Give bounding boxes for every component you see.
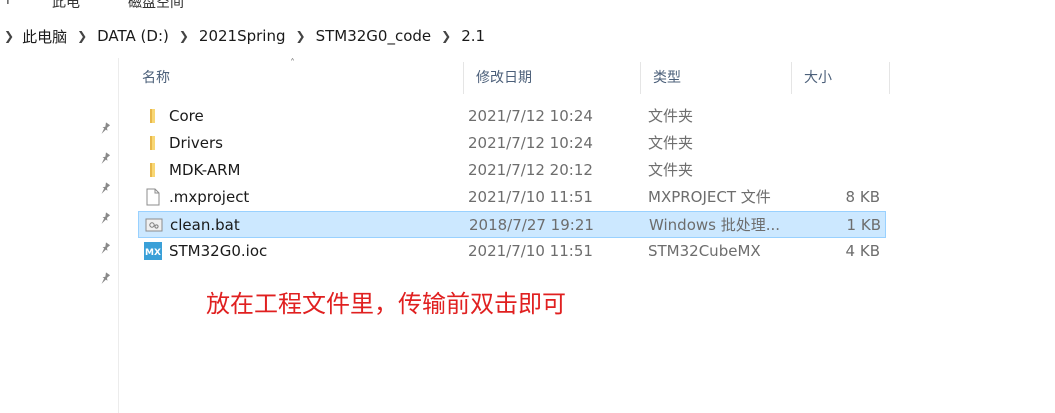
file-row[interactable]: Drivers 2021/7/12 10:24 文件夹 <box>138 130 886 157</box>
pin-icon <box>98 121 112 135</box>
top-fragment: 此电 <box>52 0 80 10</box>
file-date: 2021/7/12 10:24 <box>468 107 593 125</box>
file-name: MDK-ARM <box>169 161 241 179</box>
chevron-right-icon[interactable]: ❯ <box>296 29 306 43</box>
up-arrow-icon[interactable]: ↑ <box>2 0 14 8</box>
breadcrumb-item[interactable]: 此电脑 <box>22 26 67 47</box>
folder-icon <box>150 136 155 150</box>
column-header-type[interactable]: 类型 <box>641 62 791 94</box>
column-header-name[interactable]: 名称 <box>130 62 463 94</box>
column-header-size[interactable]: 大小 <box>792 62 888 94</box>
breadcrumb-item[interactable]: DATA (D:) <box>97 27 169 45</box>
annotation-text: 放在工程文件里，传输前双击即可 <box>206 290 566 318</box>
column-header: ˄ 名称 修改日期 类型 大小 <box>130 58 890 94</box>
pin-icon <box>98 241 112 255</box>
file-type: 文件夹 <box>648 107 694 125</box>
chevron-right-icon[interactable]: ❯ <box>4 29 14 43</box>
file-date: 2018/7/27 19:21 <box>469 216 594 234</box>
file-date: 2021/7/10 11:51 <box>468 188 593 206</box>
file-type: 文件夹 <box>648 161 694 179</box>
top-strip: ↑ 此电 磁盘空间 <box>0 0 1055 10</box>
address-bar[interactable]: ❯ 此电脑 ❯ DATA (D:) ❯ 2021Spring ❯ STM32G0… <box>0 22 1055 50</box>
folder-icon <box>150 109 155 123</box>
file-row[interactable]: .mxproject 2021/7/10 11:51 MXPROJECT 文件 … <box>138 184 886 211</box>
pin-icon <box>98 151 112 165</box>
file-name: STM32G0.ioc <box>169 242 268 260</box>
stm32cubemx-icon: MX <box>144 242 162 260</box>
breadcrumb-item[interactable]: 2021Spring <box>199 27 286 45</box>
file-row[interactable]: MDK-ARM 2021/7/12 20:12 文件夹 <box>138 157 886 184</box>
file-date: 2021/7/12 20:12 <box>468 161 593 179</box>
file-type: 文件夹 <box>648 134 694 152</box>
file-name: Drivers <box>169 134 223 152</box>
file-row-selected[interactable]: clean.bat 2018/7/27 19:21 Windows 批处理...… <box>138 211 886 238</box>
breadcrumb-item[interactable]: 2.1 <box>461 27 485 45</box>
batch-file-icon <box>145 218 163 232</box>
chevron-right-icon[interactable]: ❯ <box>441 29 451 43</box>
file-row[interactable]: Core 2021/7/12 10:24 文件夹 <box>138 103 886 130</box>
file-date: 2021/7/10 11:51 <box>468 242 593 260</box>
chevron-right-icon[interactable]: ❯ <box>179 29 189 43</box>
file-row[interactable]: MX STM32G0.ioc 2021/7/10 11:51 STM32Cube… <box>138 238 886 265</box>
file-name: clean.bat <box>170 216 240 234</box>
breadcrumb-item[interactable]: STM32G0_code <box>316 27 432 45</box>
file-type: Windows 批处理... <box>649 216 781 234</box>
navigation-pane-divider[interactable] <box>118 58 119 413</box>
mx-icon-text: MX <box>145 248 161 258</box>
file-name: Core <box>169 107 204 125</box>
file-date: 2021/7/12 10:24 <box>468 134 593 152</box>
pin-icon <box>98 181 112 195</box>
file-type: MXPROJECT 文件 <box>648 188 771 206</box>
folder-icon <box>150 163 155 177</box>
file-name: .mxproject <box>169 188 250 206</box>
file-size <box>788 130 880 157</box>
chevron-right-icon[interactable]: ❯ <box>77 29 87 43</box>
column-divider[interactable] <box>889 62 890 94</box>
file-size: 8 KB <box>845 188 880 206</box>
document-icon <box>146 188 160 206</box>
file-size: 1 KB <box>846 216 881 234</box>
file-size: 4 KB <box>845 242 880 260</box>
column-header-date[interactable]: 修改日期 <box>464 62 640 94</box>
file-type: STM32CubeMX <box>648 242 761 260</box>
pin-icon <box>98 211 112 225</box>
top-fragment: 磁盘空间 <box>128 0 184 10</box>
file-size <box>788 157 880 184</box>
file-size <box>788 103 880 130</box>
pin-icon <box>98 271 112 285</box>
